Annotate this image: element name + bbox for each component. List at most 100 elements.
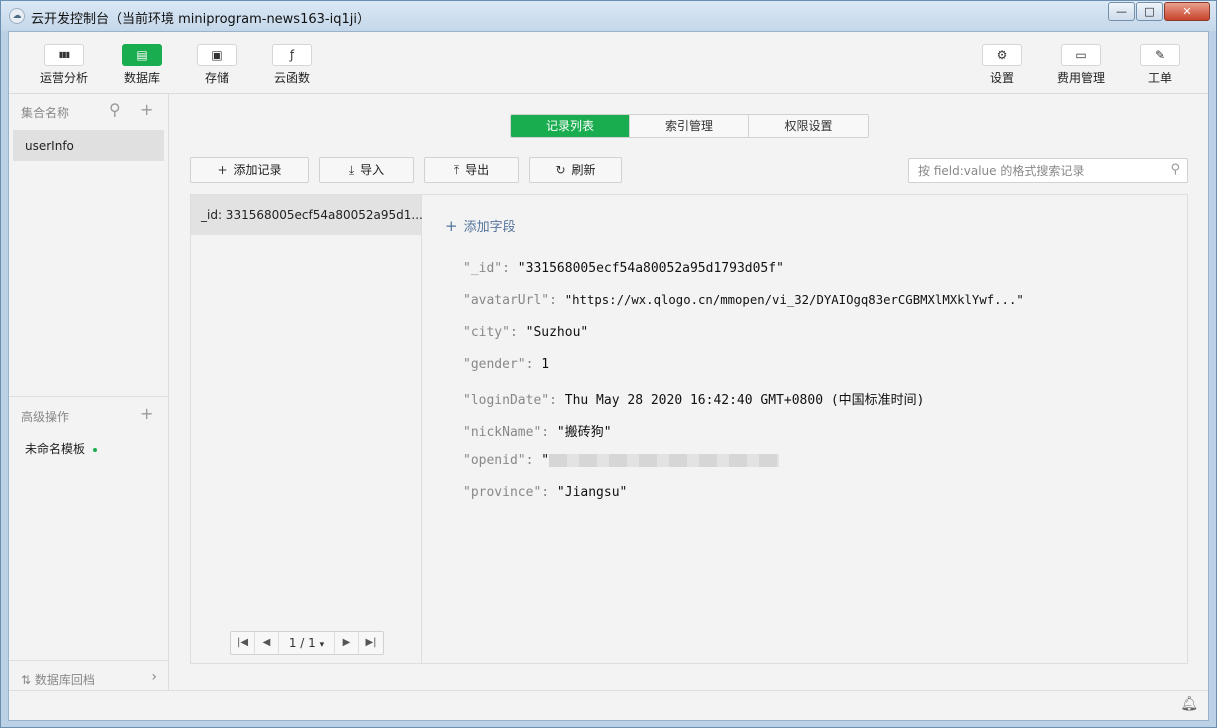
collection-item-userinfo[interactable]: userInfo	[13, 130, 164, 161]
toolbar-billing[interactable]: ▭ 费用管理	[1046, 44, 1116, 86]
status-bar: 🔔︎	[9, 690, 1208, 720]
collection-item-label: userInfo	[25, 139, 74, 153]
toolbar-ticket-label: 工单	[1147, 71, 1172, 85]
records-panel: _id: 331568005ecf54a80052a95d1... |◀ ◀ 1…	[190, 194, 1188, 664]
field-row[interactable]: "avatarUrl": "https://wx.qlogo.cn/mmopen…	[463, 293, 1024, 308]
add-field-button[interactable]: + 添加字段	[445, 216, 516, 235]
search-icon[interactable]: ⚲	[1170, 162, 1180, 177]
tab-bar: 记录列表 索引管理 权限设置	[510, 114, 869, 138]
bell-icon[interactable]: 🔔︎	[1180, 696, 1198, 712]
refresh-label: 刷新	[571, 163, 596, 177]
field-row[interactable]: "nickName": "搬砖狗"	[463, 421, 612, 440]
search-input[interactable]	[918, 162, 1158, 179]
field-row[interactable]: "gender": 1	[463, 357, 549, 372]
toolbar-ticket[interactable]: ✎ 工单	[1125, 44, 1195, 86]
field-value: "https://wx.qlogo.cn/mmopen/vi_32/DYAIOg…	[564, 293, 1024, 307]
prev-page-icon[interactable]: ◀	[255, 632, 279, 654]
toolbar-storage[interactable]: ▣ 存储	[182, 44, 252, 86]
storage-icon: ▣	[197, 44, 237, 66]
template-item-label: 未命名模板	[25, 442, 86, 456]
toolbar-cloud-function-label: 云函数	[273, 71, 310, 85]
chevron-right-icon: ›	[151, 669, 157, 685]
advanced-header: 高级操作 +	[9, 400, 167, 428]
plus-icon: +	[445, 217, 458, 235]
toolbar-analytics[interactable]: ▮▮▮ 运营分析	[29, 44, 99, 86]
page-select[interactable]: 1 / 1 ▾	[279, 632, 335, 654]
app-window: ☁ 云开发控制台（当前环境 miniprogram-news163-iq1ji）…	[0, 0, 1217, 728]
field-key: "avatarUrl":	[463, 293, 557, 308]
upload-icon: ⤒	[453, 163, 460, 177]
add-collection-icon[interactable]: +	[140, 100, 153, 119]
field-row[interactable]: "loginDate": Thu May 28 2020 16:42:40 GM…	[463, 389, 925, 408]
field-value: "搬砖狗"	[556, 425, 612, 440]
field-value: "	[541, 453, 550, 468]
field-value: "Jiangsu"	[556, 485, 628, 500]
export-button[interactable]: ⤒ 导出	[424, 157, 519, 183]
status-dot-icon	[93, 447, 98, 452]
template-item[interactable]: 未命名模板	[25, 440, 98, 457]
collection-header-label: 集合名称	[21, 106, 70, 120]
refresh-button[interactable]: ↻ 刷新	[529, 157, 622, 183]
minimize-button[interactable]: —	[1108, 2, 1135, 21]
redacted-value	[549, 454, 780, 467]
field-key: "_id":	[463, 261, 510, 276]
advanced-header-label: 高级操作	[21, 410, 70, 424]
export-label: 导出	[465, 163, 490, 177]
tab-permissions[interactable]: 权限设置	[749, 115, 868, 137]
billing-icon: ▭	[1061, 44, 1101, 66]
action-bar: + 添加记录 ⤓ 导入 ⤒ 导出 ↻ 刷新	[190, 157, 632, 183]
console-client: ▮▮▮ 运营分析 ▤ 数据库 ▣ 存储 ƒ 云函数 ⚙ 设置 ▭ 费用管理 ✎ …	[8, 31, 1209, 721]
toolbar-settings[interactable]: ⚙ 设置	[967, 44, 1037, 86]
field-key: "openid":	[463, 453, 534, 468]
refresh-icon: ↻	[555, 163, 566, 177]
ticket-icon: ✎	[1140, 44, 1180, 66]
tab-indexes[interactable]: 索引管理	[630, 115, 749, 137]
toolbar-database-label: 数据库	[123, 71, 160, 85]
list-item[interactable]: _id: 331568005ecf54a80052a95d1...	[191, 195, 423, 235]
app-logo-icon: ☁	[9, 8, 25, 24]
field-row[interactable]: "openid": "	[463, 453, 780, 468]
database-rollback-label: ⇅ 数据库回档	[21, 671, 95, 688]
add-field-label: 添加字段	[463, 220, 516, 235]
record-detail: + 添加字段 "_id": "331568005ecf54a80052a95d17…	[423, 195, 1187, 663]
database-rollback[interactable]: ⇅ 数据库回档 ›	[9, 662, 167, 692]
last-page-icon[interactable]: ▶|	[359, 632, 383, 654]
window-controls: — □ ✕	[1107, 2, 1210, 21]
add-template-icon[interactable]: +	[140, 404, 153, 423]
next-page-icon[interactable]: ▶	[335, 632, 359, 654]
toolbar-settings-label: 设置	[989, 71, 1014, 85]
field-key: "gender":	[463, 357, 534, 372]
chevron-down-icon: ▾	[319, 640, 325, 650]
title-bar[interactable]: ☁ 云开发控制台（当前环境 miniprogram-news163-iq1ji）…	[1, 1, 1216, 31]
sidebar-divider-bottom	[9, 660, 169, 661]
search-icon[interactable]: ⚲	[109, 100, 121, 119]
import-label: 导入	[360, 163, 385, 177]
maximize-button[interactable]: □	[1136, 2, 1163, 21]
field-key: "province":	[463, 485, 550, 500]
toolbar-database[interactable]: ▤ 数据库	[107, 44, 177, 86]
import-button[interactable]: ⤓ 导入	[319, 157, 414, 183]
collection-sidebar: 集合名称 ⚲ + userInfo 高级操作 + 未命名模板 ⇅ 数据库回档 ›	[9, 94, 169, 720]
add-record-label: 添加记录	[233, 163, 282, 177]
close-button[interactable]: ✕	[1164, 2, 1210, 21]
field-row[interactable]: "city": "Suzhou"	[463, 325, 588, 340]
field-row[interactable]: "_id": "331568005ecf54a80052a95d1793d05f…	[463, 261, 784, 276]
record-search: ⚲	[908, 158, 1188, 183]
collection-header: 集合名称 ⚲ +	[9, 96, 167, 124]
add-record-button[interactable]: + 添加记录	[190, 157, 309, 183]
toolbar-cloud-function[interactable]: ƒ 云函数	[257, 44, 327, 86]
sidebar-divider	[9, 396, 169, 397]
toolbar-analytics-label: 运营分析	[39, 71, 88, 85]
toolbar-billing-label: 费用管理	[1056, 71, 1105, 85]
page-indicator: 1 / 1	[288, 636, 316, 650]
toolbar-storage-label: 存储	[204, 71, 229, 85]
field-value: "Suzhou"	[525, 325, 589, 340]
tab-records[interactable]: 记录列表	[511, 115, 630, 137]
function-icon: ƒ	[272, 44, 312, 66]
field-key: "loginDate":	[463, 393, 557, 408]
pagination: |◀ ◀ 1 / 1 ▾ ▶ ▶|	[230, 631, 384, 655]
field-row[interactable]: "province": "Jiangsu"	[463, 485, 627, 500]
record-list: _id: 331568005ecf54a80052a95d1... |◀ ◀ 1…	[191, 195, 423, 663]
field-key: "city":	[463, 325, 518, 340]
first-page-icon[interactable]: |◀	[231, 632, 255, 654]
